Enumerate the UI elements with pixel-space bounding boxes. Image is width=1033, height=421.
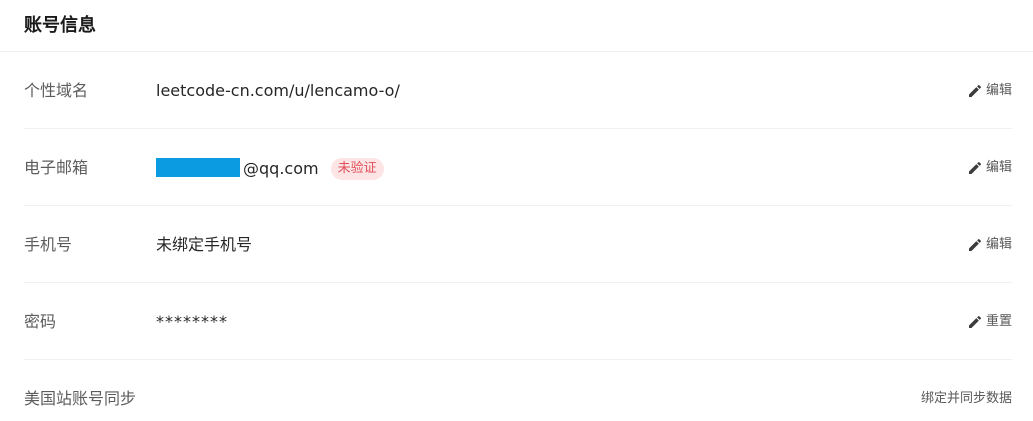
email-label: 电子邮箱 (24, 158, 89, 177)
pencil-icon (968, 84, 981, 97)
password-value: ******** (156, 312, 228, 331)
custom-domain-label: 个性域名 (24, 81, 89, 100)
edit-phone-button[interactable]: 编辑 (967, 236, 1012, 254)
pencil-icon (968, 238, 981, 251)
email-domain-text: @qq.com (243, 159, 319, 178)
edit-phone-label: 编辑 (985, 237, 1012, 252)
us-sync-label: 美国站账号同步 (24, 389, 137, 408)
edit-domain-label: 编辑 (985, 83, 1012, 98)
pencil-icon (968, 315, 981, 328)
pencil-icon (968, 161, 981, 174)
password-label: 密码 (24, 312, 57, 331)
section-title: 账号信息 (24, 14, 96, 36)
reset-password-button[interactable]: 重置 (967, 313, 1012, 331)
row-phone: 手机号 未绑定手机号 编辑 (24, 206, 1012, 283)
row-us-sync: 美国站账号同步 绑定并同步数据 (24, 360, 1012, 421)
bind-sync-button[interactable]: 绑定并同步数据 (921, 390, 1012, 408)
reset-password-label: 重置 (985, 314, 1012, 329)
email-value: @qq.com 未验证 (156, 158, 384, 180)
edit-domain-button[interactable]: 编辑 (967, 82, 1012, 100)
redacted-block (156, 158, 240, 177)
edit-email-label: 编辑 (985, 160, 1012, 175)
unverified-badge: 未验证 (330, 158, 384, 180)
phone-label: 手机号 (24, 235, 73, 254)
account-info-list: 个性域名 leetcode-cn.com/u/lencamo-o/ 编辑 电子邮… (0, 52, 1033, 421)
row-email: 电子邮箱 @qq.com 未验证 编辑 (24, 129, 1012, 206)
account-info-header: 账号信息 (0, 0, 1033, 52)
edit-email-button[interactable]: 编辑 (967, 159, 1012, 177)
row-password: 密码 ******** 重置 (24, 283, 1012, 360)
phone-value: 未绑定手机号 (156, 235, 253, 254)
row-custom-domain: 个性域名 leetcode-cn.com/u/lencamo-o/ 编辑 (24, 52, 1012, 129)
custom-domain-value: leetcode-cn.com/u/lencamo-o/ (156, 81, 400, 100)
